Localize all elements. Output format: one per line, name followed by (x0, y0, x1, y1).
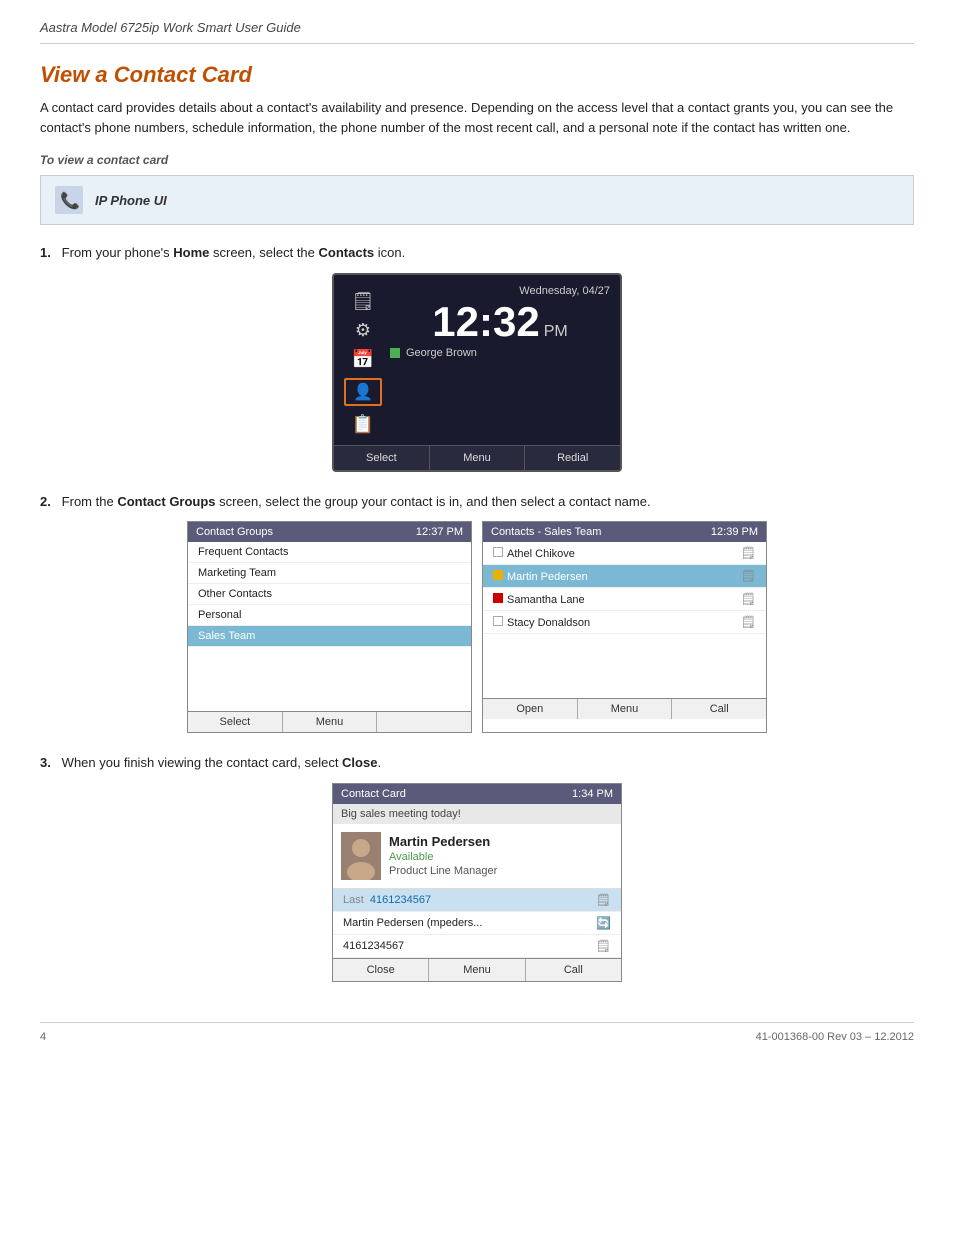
section-description: A contact card provides details about a … (40, 98, 914, 137)
contact-card-profile: Martin Pedersen Available Product Line M… (333, 824, 621, 889)
step-3-text: 3. When you finish viewing the contact c… (40, 753, 914, 773)
cc-softkey-call[interactable]: Call (526, 959, 621, 981)
phone-softkeys: Select Menu Redial (334, 445, 620, 470)
cg-softkey-empty (377, 712, 471, 732)
status-empty-2 (493, 616, 503, 626)
phone-time: 12:32 (432, 301, 539, 343)
calls-icon[interactable]: 📋 (344, 414, 382, 435)
contact-selected-icon[interactable]: 👤 (344, 378, 382, 406)
step-3: 3. When you finish viewing the contact c… (40, 753, 914, 982)
contact-card-softkeys: Close Menu Call (333, 958, 621, 981)
cs-softkey-call[interactable]: Call (672, 699, 766, 719)
phone-date: Wednesday, 04/27 (390, 285, 610, 297)
footer-page: 4 (40, 1031, 46, 1043)
cg-softkey-select[interactable]: Select (188, 712, 283, 732)
step-2-number: 2. (40, 494, 51, 509)
group-frequent[interactable]: Frequent Contacts (188, 542, 471, 563)
phone-softkey-redial[interactable]: Redial (525, 446, 620, 470)
contact-screens: Contact Groups 12:37 PM Frequent Contact… (187, 521, 767, 733)
contact-samantha[interactable]: Samantha Lane 🗒 (483, 588, 766, 611)
contact-phone-number: 4161234567 (343, 940, 404, 952)
phone-ampm: PM (544, 323, 568, 341)
contacts-sales-title: Contacts - Sales Team (491, 526, 601, 538)
contact-profile-row[interactable]: Martin Pedersen (mpeders... 🔄 (333, 912, 621, 935)
contact-groups-title: Contact Groups (196, 526, 273, 538)
phone-softkey-menu[interactable]: Menu (430, 446, 526, 470)
contact-card-title: Contact Card (341, 788, 406, 800)
contact-stacy[interactable]: Stacy Donaldson 🗒 (483, 611, 766, 634)
phone-screen: 🗒 ⚙ 📅 👤 📋 Wednesday, 04/27 12:32 PM (332, 273, 622, 472)
contact-groups-softkeys: Select Menu (188, 711, 471, 732)
step-2-text: 2. From the Contact Groups screen, selec… (40, 492, 914, 512)
status-empty-1 (493, 547, 503, 557)
contact-card-icon-3: 🗒 (741, 592, 756, 606)
phone-presence: George Brown (390, 347, 610, 359)
contact-card-time: 1:34 PM (572, 788, 613, 800)
step-1-text: 1. From your phone's Home screen, select… (40, 243, 914, 263)
contact-job-title: Product Line Manager (389, 865, 497, 877)
cs-softkey-menu[interactable]: Menu (578, 699, 673, 719)
contact-last-label: Last 4161234567 (343, 894, 431, 906)
contact-avatar (341, 832, 381, 880)
step-2: 2. From the Contact Groups screen, selec… (40, 492, 914, 734)
settings-icon[interactable]: ⚙ (344, 320, 382, 341)
contact-card-icon-2: 🗒 (741, 569, 756, 583)
svg-text:📞: 📞 (60, 190, 80, 210)
contact-groups-time: 12:37 PM (416, 526, 463, 538)
contacts-sales-screen: Contacts - Sales Team 12:39 PM Athel Chi… (482, 521, 767, 733)
contact-phone-row[interactable]: 4161234567 🗒 (333, 935, 621, 958)
doc-title: Aastra Model 6725ip Work Smart User Guid… (40, 20, 301, 35)
step-1: 1. From your phone's Home screen, select… (40, 243, 914, 472)
contact-status: Available (389, 851, 497, 863)
contacts-sales-header: Contacts - Sales Team 12:39 PM (483, 522, 766, 542)
calendar-icon[interactable]: 📅 (344, 349, 382, 370)
contact-card-icon-4: 🗒 (741, 615, 756, 629)
group-marketing[interactable]: Marketing Team (188, 563, 471, 584)
footer-doc-ref: 41-001368-00 Rev 03 – 12.2012 (756, 1031, 914, 1043)
contact-athel[interactable]: Athel Chikove 🗒 (483, 542, 766, 565)
status-yellow (493, 570, 503, 580)
phone-screen-inner: 🗒 ⚙ 📅 👤 📋 Wednesday, 04/27 12:32 PM (334, 275, 620, 445)
ip-phone-bar: 📞 IP Phone UI (40, 175, 914, 225)
phone-softkey-select[interactable]: Select (334, 446, 430, 470)
contact-row-icon-3: 🗒 (596, 939, 611, 953)
cc-softkey-close[interactable]: Close (333, 959, 429, 981)
contact-card-screen: Contact Card 1:34 PM Big sales meeting t… (332, 783, 622, 982)
status-red (493, 593, 503, 603)
contact-martin[interactable]: Martin Pedersen 🗒 (483, 565, 766, 588)
sub-heading: To view a contact card (40, 153, 914, 167)
contact-groups-header: Contact Groups 12:37 PM (188, 522, 471, 542)
step-3-number: 3. (40, 755, 51, 770)
ip-phone-label: IP Phone UI (95, 193, 167, 208)
section-title: View a Contact Card (40, 62, 914, 88)
group-sales[interactable]: Sales Team (188, 626, 471, 647)
contact-row-icon-1: 🗒 (596, 893, 611, 907)
contact-profile-name: Martin Pedersen (mpeders... (343, 917, 482, 929)
cg-softkey-menu[interactable]: Menu (283, 712, 378, 732)
contact-groups-screen: Contact Groups 12:37 PM Frequent Contact… (187, 521, 472, 733)
group-other[interactable]: Other Contacts (188, 584, 471, 605)
contact-row-icon-2: 🔄 (596, 916, 611, 930)
contact-card-note: Big sales meeting today! (333, 804, 621, 824)
contact-card-icon-1: 🗒 (741, 546, 756, 560)
contact-last-row[interactable]: Last 4161234567 🗒 (333, 889, 621, 912)
contacts-sales-softkeys: Open Menu Call (483, 698, 766, 719)
presence-dot (390, 348, 400, 358)
contact-info: Martin Pedersen Available Product Line M… (389, 832, 497, 880)
contacts-sales-time: 12:39 PM (711, 526, 758, 538)
contact-name: Martin Pedersen (389, 834, 497, 849)
cs-softkey-open[interactable]: Open (483, 699, 578, 719)
doc-header: Aastra Model 6725ip Work Smart User Guid… (40, 20, 914, 44)
presence-name: George Brown (406, 347, 477, 359)
contacts-icon[interactable]: 🗒 (344, 291, 382, 312)
group-personal[interactable]: Personal (188, 605, 471, 626)
cc-softkey-menu[interactable]: Menu (429, 959, 525, 981)
doc-footer: 4 41-001368-00 Rev 03 – 12.2012 (40, 1022, 914, 1043)
step-1-number: 1. (40, 245, 51, 260)
contact-card-header: Contact Card 1:34 PM (333, 784, 621, 804)
ip-phone-icon: 📞 (53, 184, 85, 216)
